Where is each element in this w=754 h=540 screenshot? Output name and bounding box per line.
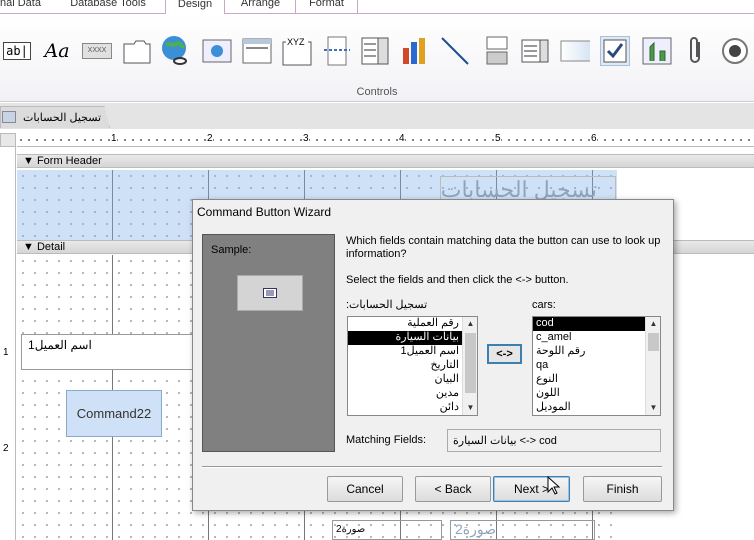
list-item[interactable]: c_amel — [533, 331, 645, 345]
ruler-number: 1 — [3, 347, 9, 358]
list-item[interactable]: البيان — [348, 373, 462, 387]
vertical-ruler: 1 2 — [0, 147, 16, 540]
detail-label: Detail — [36, 241, 66, 253]
list-item[interactable]: اسم العميل1 — [348, 345, 462, 359]
sample-label: Sample: — [211, 244, 252, 256]
list-item[interactable]: التاريخ — [348, 359, 462, 373]
list-item[interactable]: دائن — [348, 401, 462, 415]
button-control-icon[interactable]: XXXX — [82, 36, 112, 66]
table-fields-list[interactable]: cod c_amel رقم اللوحة qa النوع اللون الم… — [532, 316, 661, 416]
combo-box-control-icon[interactable] — [360, 36, 390, 66]
collapse-icon: ▼ — [23, 155, 37, 167]
list-item[interactable]: الموديل — [533, 401, 645, 415]
form-icon — [263, 288, 277, 298]
list-box-control-icon[interactable] — [520, 36, 550, 66]
scroll-thumb[interactable] — [465, 333, 476, 393]
list-item[interactable]: مدين — [348, 387, 462, 401]
right-list-label: cars: — [532, 299, 556, 311]
ribbon-tab-bar: nal Data Database Tools Design Arrange F… — [0, 0, 754, 14]
list-item-selected[interactable]: cod — [533, 317, 645, 331]
list-item[interactable]: رقم اللوحة — [533, 345, 645, 359]
list-item[interactable]: رقم العملية — [348, 317, 462, 331]
list-scrollbar[interactable]: ▲ ▼ — [462, 317, 477, 415]
form-fields-list[interactable]: رقم العملية بيانات السيارة اسم العميل1 ا… — [347, 316, 478, 416]
ruler-number: 5 — [495, 133, 501, 144]
option-group-control-icon[interactable]: XYZ — [282, 36, 312, 66]
image-label[interactable]: صورة2 — [450, 520, 595, 540]
hyperlink-control-icon[interactable] — [160, 36, 190, 66]
document-tab-label: تسجيل الحسابات — [23, 112, 102, 124]
list-item-selected[interactable]: بيانات السيارة — [348, 331, 462, 345]
command22-button[interactable]: Command22 — [66, 390, 162, 437]
scroll-thumb[interactable] — [648, 333, 659, 351]
attachment-control-icon[interactable] — [682, 36, 712, 66]
ruler-number: 1 — [111, 133, 117, 144]
tab-database-tools[interactable]: Database Tools — [66, 0, 150, 14]
wizard-instruction: Select the fields and then click the <->… — [346, 274, 569, 286]
image-control-icon[interactable] — [642, 36, 672, 66]
sample-panel: Sample: — [202, 234, 335, 452]
ruler-number: 6 — [591, 133, 597, 144]
list-item[interactable]: النوع — [533, 373, 645, 387]
ruler-number: 2 — [3, 443, 9, 454]
rectangle-control-icon[interactable] — [560, 36, 590, 66]
ruler-corner[interactable] — [0, 133, 16, 147]
mouse-cursor-icon — [547, 476, 561, 495]
navigation-control-icon[interactable] — [242, 36, 272, 66]
tab-arrange[interactable]: Arrange — [226, 0, 296, 14]
page-break-control-icon[interactable] — [322, 36, 352, 66]
cancel-button[interactable]: Cancel — [327, 476, 403, 502]
list-item[interactable]: qa — [533, 359, 645, 373]
sample-button-preview — [237, 275, 303, 311]
ruler-number: 2 — [207, 133, 213, 144]
list-item[interactable]: اللون — [533, 387, 645, 401]
scroll-up-icon[interactable]: ▲ — [463, 317, 477, 331]
label-control-icon[interactable]: Aa — [42, 36, 72, 66]
back-button[interactable]: < Back — [415, 476, 491, 502]
matching-fields-value: بيانات السيارة <-> cod — [447, 429, 661, 452]
left-list-label: تسجيل الحسابات: — [346, 299, 428, 311]
finish-button[interactable]: Finish — [583, 476, 662, 502]
collapse-icon: ▼ — [23, 241, 37, 253]
tab-external-data[interactable]: nal Data — [0, 0, 48, 14]
ruler-number: 4 — [399, 133, 405, 144]
customer-name-label[interactable]: اسم العميل1 — [21, 334, 196, 370]
scroll-down-icon[interactable]: ▼ — [646, 401, 660, 415]
document-tab-bar — [0, 103, 754, 129]
form-header-section-bar[interactable]: ▼ Form Header — [17, 154, 754, 168]
document-tab[interactable]: تسجيل الحسابات — [0, 106, 110, 128]
ruler-number: 3 — [303, 133, 309, 144]
scroll-up-icon[interactable]: ▲ — [646, 317, 660, 331]
image-label[interactable]: صورة2 — [332, 520, 442, 540]
divider — [202, 466, 662, 468]
svg-text:XYZ: XYZ — [287, 37, 305, 47]
line-control-icon[interactable] — [440, 36, 470, 66]
ribbon-controls-group: ab| Aa XXXX XYZ Controls — [0, 14, 754, 102]
scroll-down-icon[interactable]: ▼ — [463, 401, 477, 415]
list-scrollbar[interactable]: ▲ ▼ — [645, 317, 660, 415]
wizard-question: Which fields contain matching data the b… — [346, 235, 661, 260]
check-box-control-icon[interactable] — [600, 36, 630, 66]
web-browser-control-icon[interactable] — [202, 36, 232, 66]
form-header-label: Form Header — [36, 155, 102, 167]
option-button-control-icon[interactable] — [720, 36, 750, 66]
textbox-control-icon[interactable]: ab| — [2, 36, 32, 66]
tab-control-icon[interactable] — [122, 36, 152, 66]
tab-design[interactable]: Design — [165, 0, 225, 14]
form-icon — [2, 111, 16, 123]
tab-format[interactable]: Format — [296, 0, 358, 14]
dialog-title: Command Button Wizard — [197, 205, 332, 219]
controls-group-label: Controls — [356, 86, 398, 98]
toggle-button-control-icon[interactable] — [482, 36, 512, 66]
command-button-wizard-dialog: Command Button Wizard Sample: Which fiel… — [192, 199, 674, 511]
matching-fields-label: Matching Fields: — [346, 434, 427, 446]
horizontal-ruler: 1 2 3 4 5 6 — [17, 133, 754, 147]
match-fields-button[interactable]: <-> — [487, 344, 522, 364]
chart-control-icon[interactable] — [400, 36, 430, 66]
